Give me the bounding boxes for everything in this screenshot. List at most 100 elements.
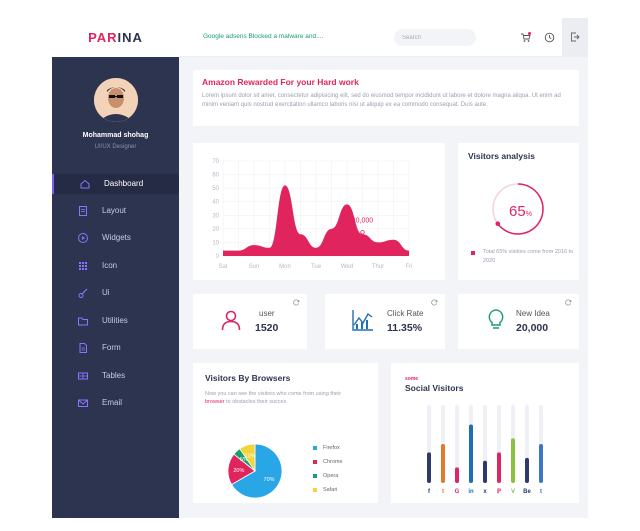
legend-item: Opera (313, 473, 338, 479)
social-bar (525, 457, 529, 483)
form-icon (79, 343, 87, 353)
facebook-icon: f (428, 489, 431, 495)
y-tick-label: 60 (212, 173, 219, 179)
legend-item: Safari (313, 487, 337, 493)
nav-item-dashboard[interactable]: Dashboard (52, 174, 179, 194)
grid-icon (79, 262, 87, 270)
legend-label: Chrome (323, 459, 343, 465)
legend-swatch (313, 446, 317, 450)
social-bar (455, 467, 459, 483)
search-input[interactable] (394, 29, 476, 46)
visitors-percent-unit: % (525, 211, 532, 218)
x-tick-label: Fri (406, 264, 413, 270)
annotation-marker (360, 230, 365, 235)
y-tick-label: 50 (212, 186, 219, 192)
nav-item-layout[interactable]: Layout (52, 201, 179, 221)
avatar[interactable] (94, 78, 138, 122)
social-bar (441, 444, 445, 483)
brand-part1: PAR (88, 30, 118, 45)
area-chart-card: 0 10 20 30 40 50 60 70 Sat Sun Mon Tue Wed Thur Fri 40,… (193, 143, 445, 280)
stat-label: user (259, 309, 275, 318)
legend-item: Chrome (313, 459, 343, 465)
chart-icon (352, 310, 373, 331)
legend-label: Firefox (323, 445, 340, 451)
document-icon (79, 206, 87, 216)
y-tick-label: 20 (212, 227, 219, 233)
cart-icon[interactable] (520, 32, 531, 43)
legend-label: Safari (323, 487, 338, 493)
visitors-gauge (492, 183, 544, 235)
linkedin-icon: in (468, 489, 474, 495)
xing-icon: x (483, 489, 487, 495)
social-bar (511, 438, 515, 483)
nav-label: Icon (102, 261, 118, 270)
visitors-analysis-card: Visitors analysis 65% Total 65% visitors… (458, 143, 579, 280)
legend-dot (471, 251, 475, 255)
nav-label: Utilities (102, 316, 128, 325)
legend-swatch (313, 474, 317, 478)
pie-slice-label: 20% (233, 468, 244, 474)
gauge-knob (495, 221, 501, 226)
announcement-body: Lorem ipsum dolor sit amet, consectetur … (202, 93, 561, 108)
nav-item-widgets[interactable]: Widgets (52, 228, 179, 248)
nav-label: Form (102, 343, 121, 352)
stat-card-new-idea: New Idea 20,000 (458, 294, 579, 349)
browsers-pie-chart: 70%20%5%10% (227, 443, 283, 499)
topbar: Google adsens Blocked a malware and.... (179, 18, 588, 57)
folder-icon (78, 317, 88, 326)
x-tick-label: Thur (372, 264, 384, 270)
lightbulb-icon (488, 309, 504, 329)
brand-part2: INA (117, 30, 143, 45)
y-tick-label: 30 (212, 213, 219, 219)
social-bar (427, 452, 431, 483)
pie-slice-label: 10% (245, 454, 256, 460)
visitors-percent-number: 65 (509, 203, 526, 220)
y-tick-label: 70 (212, 159, 219, 165)
stat-card-user: user 1520 (193, 294, 307, 349)
nav-label: Widgets (102, 233, 131, 242)
clock-icon[interactable] (544, 32, 555, 43)
dashboard: PAR INA Mohammad shohag UI/UX Designer Da… (52, 18, 588, 518)
refresh-icon[interactable] (565, 299, 572, 306)
user-icon (221, 310, 241, 331)
google-icon: G (455, 489, 460, 495)
logout-icon (571, 32, 580, 42)
nav-item-ui[interactable]: Ui (52, 283, 179, 303)
refresh-icon[interactable] (293, 299, 300, 306)
stat-value: 11.35% (387, 322, 423, 334)
logout-button[interactable] (562, 18, 588, 57)
email-icon (78, 399, 88, 407)
social-bar-chart: f t Gin x ℙ V Be t (427, 405, 543, 495)
nav-label: Layout (102, 206, 127, 215)
vimeo-icon: V (511, 489, 515, 495)
nav-item-utilities[interactable]: Utilities (52, 311, 179, 331)
legend-swatch (313, 460, 317, 464)
nav-item-tables[interactable]: Tables (52, 366, 179, 386)
nav-label: Email (102, 398, 123, 407)
widgets-icon (78, 233, 88, 243)
refresh-icon[interactable] (431, 299, 438, 306)
nav-label: Dashboard (104, 179, 144, 188)
annotation-label: 40,000 (352, 217, 374, 224)
x-tick-label: Mon (279, 264, 291, 270)
legend-label: Opera (323, 473, 339, 479)
home-icon (80, 179, 90, 189)
tumblr-icon: t (540, 489, 542, 495)
social-bar (497, 452, 501, 483)
brand-logo[interactable]: PAR INA (52, 18, 179, 57)
nav-item-email[interactable]: Email (52, 393, 179, 413)
notification-text[interactable]: Google adsens Blocked a malware and.... (203, 33, 323, 40)
announcement-title: Amazon Rewarded For your Hard work (202, 77, 359, 87)
stat-value: 20,000 (516, 322, 549, 334)
stat-label: New Idea (516, 309, 550, 318)
nav-item-form[interactable]: Form (52, 338, 179, 358)
social-bar (539, 444, 543, 483)
y-tick-label: 40 (212, 200, 219, 206)
browsers-card: Visitors By Browsers Now you can see the… (193, 363, 378, 503)
x-tick-label: Wed (341, 264, 353, 270)
stat-card-click-rate: Click Rate 11.35% (325, 294, 445, 349)
nav-item-icon[interactable]: Icon (52, 256, 179, 276)
nav-label: Ui (102, 288, 110, 297)
x-tick-label: Sat (218, 264, 227, 270)
area-chart: 0 10 20 30 40 50 60 70 Sat Sun Mon Tue Wed Thur Fri 40,… (212, 159, 413, 270)
